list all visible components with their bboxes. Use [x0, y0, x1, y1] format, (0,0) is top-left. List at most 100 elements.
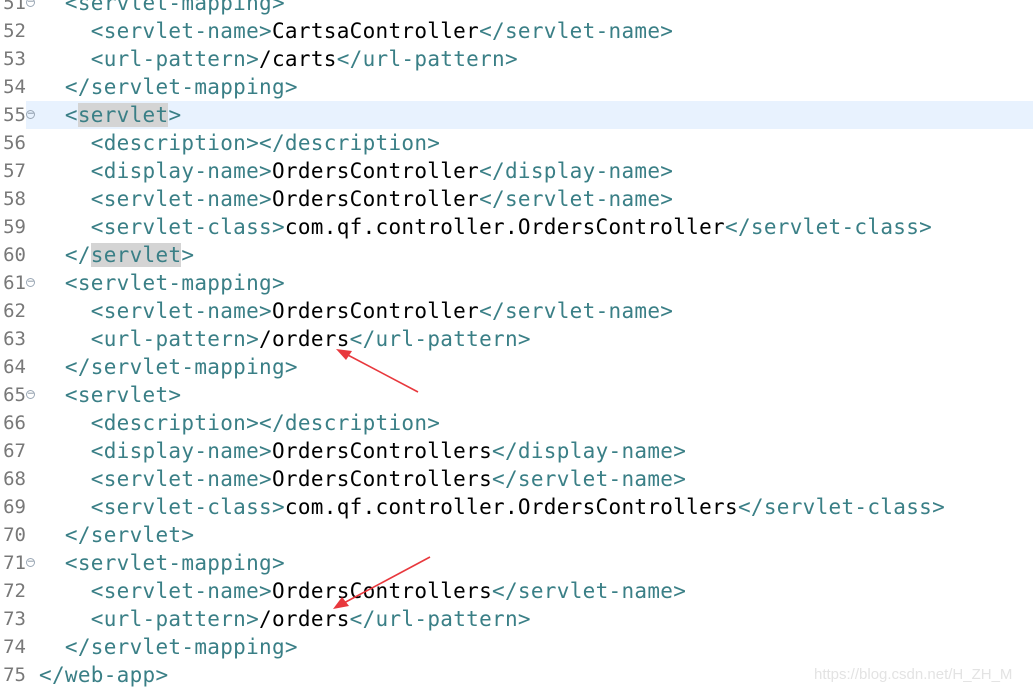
- line-number: 61: [0, 269, 26, 297]
- xml-tag: >: [168, 103, 182, 127]
- line-number: 69: [0, 493, 26, 521]
- code-line[interactable]: 54 </servlet-mapping>: [0, 73, 1033, 101]
- element-value: /carts: [259, 47, 337, 71]
- xml-tag: <display-name>: [39, 159, 272, 183]
- element-value: com.qf.controller.OrdersController: [284, 215, 725, 239]
- code-line[interactable]: 72 <servlet-name>OrdersControllers</serv…: [0, 577, 1033, 605]
- code-line[interactable]: 63 <url-pattern>/orders</url-pattern>: [0, 325, 1033, 353]
- xml-tag: </servlet>: [39, 523, 195, 547]
- code-text: <servlet-class>com.qf.controller.OrdersC…: [39, 493, 945, 521]
- code-line[interactable]: 51− <servlet-mapping>: [0, 0, 1033, 17]
- xml-tag: </url-pattern>: [349, 607, 531, 631]
- line-number: 71: [0, 549, 26, 577]
- code-text: <url-pattern>/carts</url-pattern>: [39, 45, 518, 73]
- code-text: <servlet-mapping>: [39, 0, 285, 17]
- xml-tag: </servlet-mapping>: [39, 635, 298, 659]
- minus-circle-icon[interactable]: −: [26, 278, 35, 287]
- xml-tag: <servlet-mapping>: [39, 551, 285, 575]
- code-line[interactable]: 73 <url-pattern>/orders</url-pattern>: [0, 605, 1033, 633]
- xml-tag: <servlet-class>: [39, 215, 285, 239]
- xml-tag: <servlet-mapping>: [39, 0, 285, 15]
- xml-tag: <description></description>: [39, 411, 441, 435]
- code-line[interactable]: 67 <display-name>OrdersControllers</disp…: [0, 437, 1033, 465]
- line-number: 59: [0, 213, 26, 241]
- code-text: </servlet-mapping>: [39, 73, 298, 101]
- code-line[interactable]: 53 <url-pattern>/carts</url-pattern>: [0, 45, 1033, 73]
- line-number: 68: [0, 465, 26, 493]
- code-text: <servlet-class>com.qf.controller.OrdersC…: [39, 213, 932, 241]
- element-value: OrdersController: [271, 187, 480, 211]
- line-number: 53: [0, 45, 26, 73]
- code-line[interactable]: 55− <servlet>: [0, 101, 1033, 129]
- line-number: 63: [0, 325, 26, 353]
- minus-circle-icon[interactable]: −: [26, 558, 35, 567]
- xml-tag: <url-pattern>: [39, 327, 260, 351]
- line-number: 58: [0, 185, 26, 213]
- code-text: <servlet-name>OrdersControllers</servlet…: [39, 465, 686, 493]
- code-line[interactable]: 57 <display-name>OrdersController</displ…: [0, 157, 1033, 185]
- code-line[interactable]: 61− <servlet-mapping>: [0, 269, 1033, 297]
- code-line[interactable]: 70 </servlet>: [0, 521, 1033, 549]
- line-number: 56: [0, 129, 26, 157]
- line-number: 60: [0, 241, 26, 269]
- code-line[interactable]: 64 </servlet-mapping>: [0, 353, 1033, 381]
- element-value: OrdersControllers: [271, 579, 493, 603]
- xml-tag: <servlet-name>: [39, 187, 272, 211]
- code-line[interactable]: 62 <servlet-name>OrdersController</servl…: [0, 297, 1033, 325]
- code-text: </servlet>: [39, 521, 194, 549]
- code-line[interactable]: 74 </servlet-mapping>: [0, 633, 1033, 661]
- xml-tag: </servlet-name>: [479, 187, 674, 211]
- watermark: https://blog.csdn.net/H_ZH_M: [814, 666, 1013, 683]
- xml-tag: </display-name>: [492, 439, 687, 463]
- code-line[interactable]: 59 <servlet-class>com.qf.controller.Orde…: [0, 213, 1033, 241]
- xml-tag: <: [39, 103, 78, 127]
- line-number: 52: [0, 17, 26, 45]
- element-value: OrdersController: [271, 299, 480, 323]
- xml-tag: </display-name>: [479, 159, 674, 183]
- code-line[interactable]: 68 <servlet-name>OrdersControllers</serv…: [0, 465, 1033, 493]
- code-line[interactable]: 58 <servlet-name>OrdersController</servl…: [0, 185, 1033, 213]
- minus-circle-icon[interactable]: −: [26, 0, 35, 7]
- xml-tag: <url-pattern>: [39, 47, 260, 71]
- xml-tag: </url-pattern>: [349, 327, 531, 351]
- xml-editor[interactable]: 51− <servlet-mapping> 52 <servlet-name>Ca…: [0, 0, 1033, 695]
- xml-tag: <servlet-name>: [39, 299, 272, 323]
- xml-tag: <servlet-name>: [39, 467, 272, 491]
- code-text: </servlet-mapping>: [39, 353, 298, 381]
- code-line[interactable]: 65− <servlet>: [0, 381, 1033, 409]
- code-text: <servlet-name>OrdersController</servlet-…: [39, 297, 673, 325]
- xml-tag: <url-pattern>: [39, 607, 260, 631]
- code-line[interactable]: 52 <servlet-name>CartsaController</servl…: [0, 17, 1033, 45]
- xml-tag: servlet: [90, 243, 182, 267]
- xml-tag: </servlet-class>: [725, 215, 933, 239]
- code-line[interactable]: 69 <servlet-class>com.qf.controller.Orde…: [0, 493, 1033, 521]
- minus-circle-icon[interactable]: −: [26, 110, 35, 119]
- xml-tag: </servlet-class>: [737, 495, 946, 519]
- xml-tag: servlet: [77, 103, 169, 127]
- line-number: 66: [0, 409, 26, 437]
- code-text: <display-name>OrdersControllers</display…: [39, 437, 686, 465]
- xml-tag: </servlet-mapping>: [39, 75, 298, 99]
- element-value: /orders: [259, 327, 350, 351]
- element-value: OrdersController: [271, 159, 480, 183]
- code-line[interactable]: 71− <servlet-mapping>: [0, 549, 1033, 577]
- line-number: 74: [0, 633, 26, 661]
- xml-tag: <display-name>: [39, 439, 272, 463]
- code-text: <description></description>: [39, 409, 440, 437]
- code-text: <servlet>: [39, 381, 181, 409]
- code-text: <display-name>OrdersController</display-…: [39, 157, 673, 185]
- minus-circle-icon[interactable]: −: [26, 390, 35, 399]
- xml-tag: </servlet-mapping>: [39, 355, 298, 379]
- line-number: 73: [0, 605, 26, 633]
- code-line[interactable]: 60 </servlet>: [0, 241, 1033, 269]
- code-line[interactable]: 56 <description></description>: [0, 129, 1033, 157]
- xml-tag: <servlet-class>: [39, 495, 285, 519]
- code-line[interactable]: 66 <description></description>: [0, 409, 1033, 437]
- line-number: 55: [0, 101, 26, 129]
- xml-tag: </servlet-name>: [479, 19, 674, 43]
- element-value: OrdersControllers: [271, 439, 493, 463]
- xml-tag: </servlet-name>: [492, 579, 687, 603]
- element-value: CartsaController: [271, 19, 480, 43]
- line-number: 62: [0, 297, 26, 325]
- code-text: <url-pattern>/orders</url-pattern>: [39, 325, 531, 353]
